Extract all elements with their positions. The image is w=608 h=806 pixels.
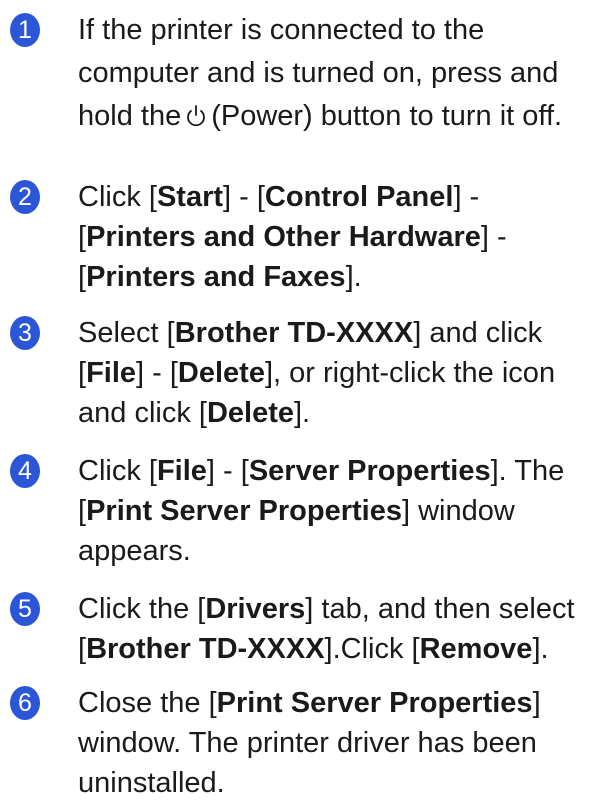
power-icon <box>187 105 206 127</box>
text-fragment: ] and click <box>413 317 543 349</box>
ui-label-print-server-properties: Print Server Properties <box>216 687 533 719</box>
ui-label-delete: Delete <box>206 397 294 429</box>
text-fragment: [ <box>78 221 87 253</box>
step-line: If the printer is connected to the <box>78 14 485 46</box>
step-line: and click [Delete]. <box>78 393 608 433</box>
step-text: If the printer is connected to the compu… <box>78 10 608 136</box>
step-line: Click [File] - [Server Properties]. The <box>78 451 608 491</box>
text-fragment: [ <box>78 495 87 527</box>
step-line: uninstalled. <box>78 767 225 799</box>
step-text: Select [Brother TD-XXXX] and click [File… <box>78 313 608 433</box>
ui-label-printer-name: Brother TD-XXXX <box>86 633 325 665</box>
ui-label-file: File <box>86 357 137 389</box>
ui-label-control-panel: Control Panel <box>264 181 454 213</box>
text-fragment: Close the [ <box>78 687 217 719</box>
step-text: Click [File] - [Server Properties]. The … <box>78 451 608 571</box>
step-line: Click the [Drivers] tab, and then select <box>78 589 608 629</box>
ui-label-remove: Remove <box>419 633 533 665</box>
step-number-badge: 3 <box>10 316 40 350</box>
step-number-badge: 6 <box>10 686 40 720</box>
ui-label-file: File <box>156 455 207 487</box>
ui-label-printers-hardware: Printers and Other Hardware <box>86 221 481 253</box>
step-line: hold the (Power) button to turn it off. <box>78 96 608 136</box>
text-fragment: ]. <box>345 261 362 293</box>
text-fragment: [ <box>78 261 87 293</box>
text-fragment: ] - <box>480 221 507 253</box>
text-fragment: (Power) button to turn it off. <box>211 100 563 132</box>
step-line: Select [Brother TD-XXXX] and click <box>78 313 608 353</box>
step-text: Click [Start] - [Control Panel] - [Print… <box>78 177 608 297</box>
text-fragment: ] <box>532 687 541 719</box>
text-fragment: ], or right-click the icon <box>264 357 556 389</box>
text-fragment: Click [ <box>78 181 157 213</box>
step-line: computer and is turned on, press and <box>78 57 559 89</box>
text-fragment: Select [ <box>78 317 175 349</box>
text-fragment: ]. The <box>490 455 565 487</box>
step-number-badge: 2 <box>10 180 40 214</box>
text-fragment: ] window <box>401 495 515 527</box>
step-line: Click [Start] - [Control Panel] - <box>78 177 608 217</box>
ui-label-printer-name: Brother TD-XXXX <box>174 317 414 349</box>
step-line: [Brother TD-XXXX].Click [Remove]. <box>78 629 608 669</box>
text-fragment: ] - [ <box>223 181 265 213</box>
step-number-badge: 4 <box>10 454 40 488</box>
text-fragment: ]. <box>294 397 311 429</box>
ui-label-start: Start <box>156 181 224 213</box>
ui-label-drivers: Drivers <box>205 593 306 625</box>
text-fragment: hold the <box>78 100 182 132</box>
text-fragment: ] - <box>453 181 480 213</box>
ui-label-server-properties: Server Properties <box>248 455 491 487</box>
step-line: [Printers and Other Hardware] - <box>78 217 608 257</box>
text-fragment: Click the [ <box>78 593 206 625</box>
uninstall-steps-list: 1 If the printer is connected to the com… <box>0 0 608 806</box>
step-line: [File] - [Delete], or right-click the ic… <box>78 353 608 393</box>
text-fragment: ] tab, and then select <box>305 593 575 625</box>
step-number-badge: 1 <box>10 13 40 47</box>
step-line: window. The printer driver has been <box>78 727 537 759</box>
text-fragment: ] - [ <box>136 357 178 389</box>
text-fragment: Click [ <box>78 455 157 487</box>
step-number-badge: 5 <box>10 592 40 626</box>
text-fragment: ] - [ <box>206 455 249 487</box>
ui-label-printers-faxes: Printers and Faxes <box>86 261 346 293</box>
ui-label-delete: Delete <box>177 357 265 389</box>
text-fragment: ]. <box>532 633 549 665</box>
text-fragment: ].Click [ <box>324 633 420 665</box>
step-line: [Printers and Faxes]. <box>78 257 608 297</box>
text-fragment: [ <box>78 357 87 389</box>
text-fragment: and click [ <box>78 397 207 429</box>
step-line: appears. <box>78 535 191 567</box>
step-line: Close the [Print Server Properties] <box>78 683 608 723</box>
ui-label-print-server-properties: Print Server Properties <box>86 495 402 527</box>
step-line: [Print Server Properties] window <box>78 491 608 531</box>
step-text: Close the [Print Server Properties] wind… <box>78 683 608 803</box>
step-text: Click the [Drivers] tab, and then select… <box>78 589 608 669</box>
text-fragment: [ <box>78 633 87 665</box>
